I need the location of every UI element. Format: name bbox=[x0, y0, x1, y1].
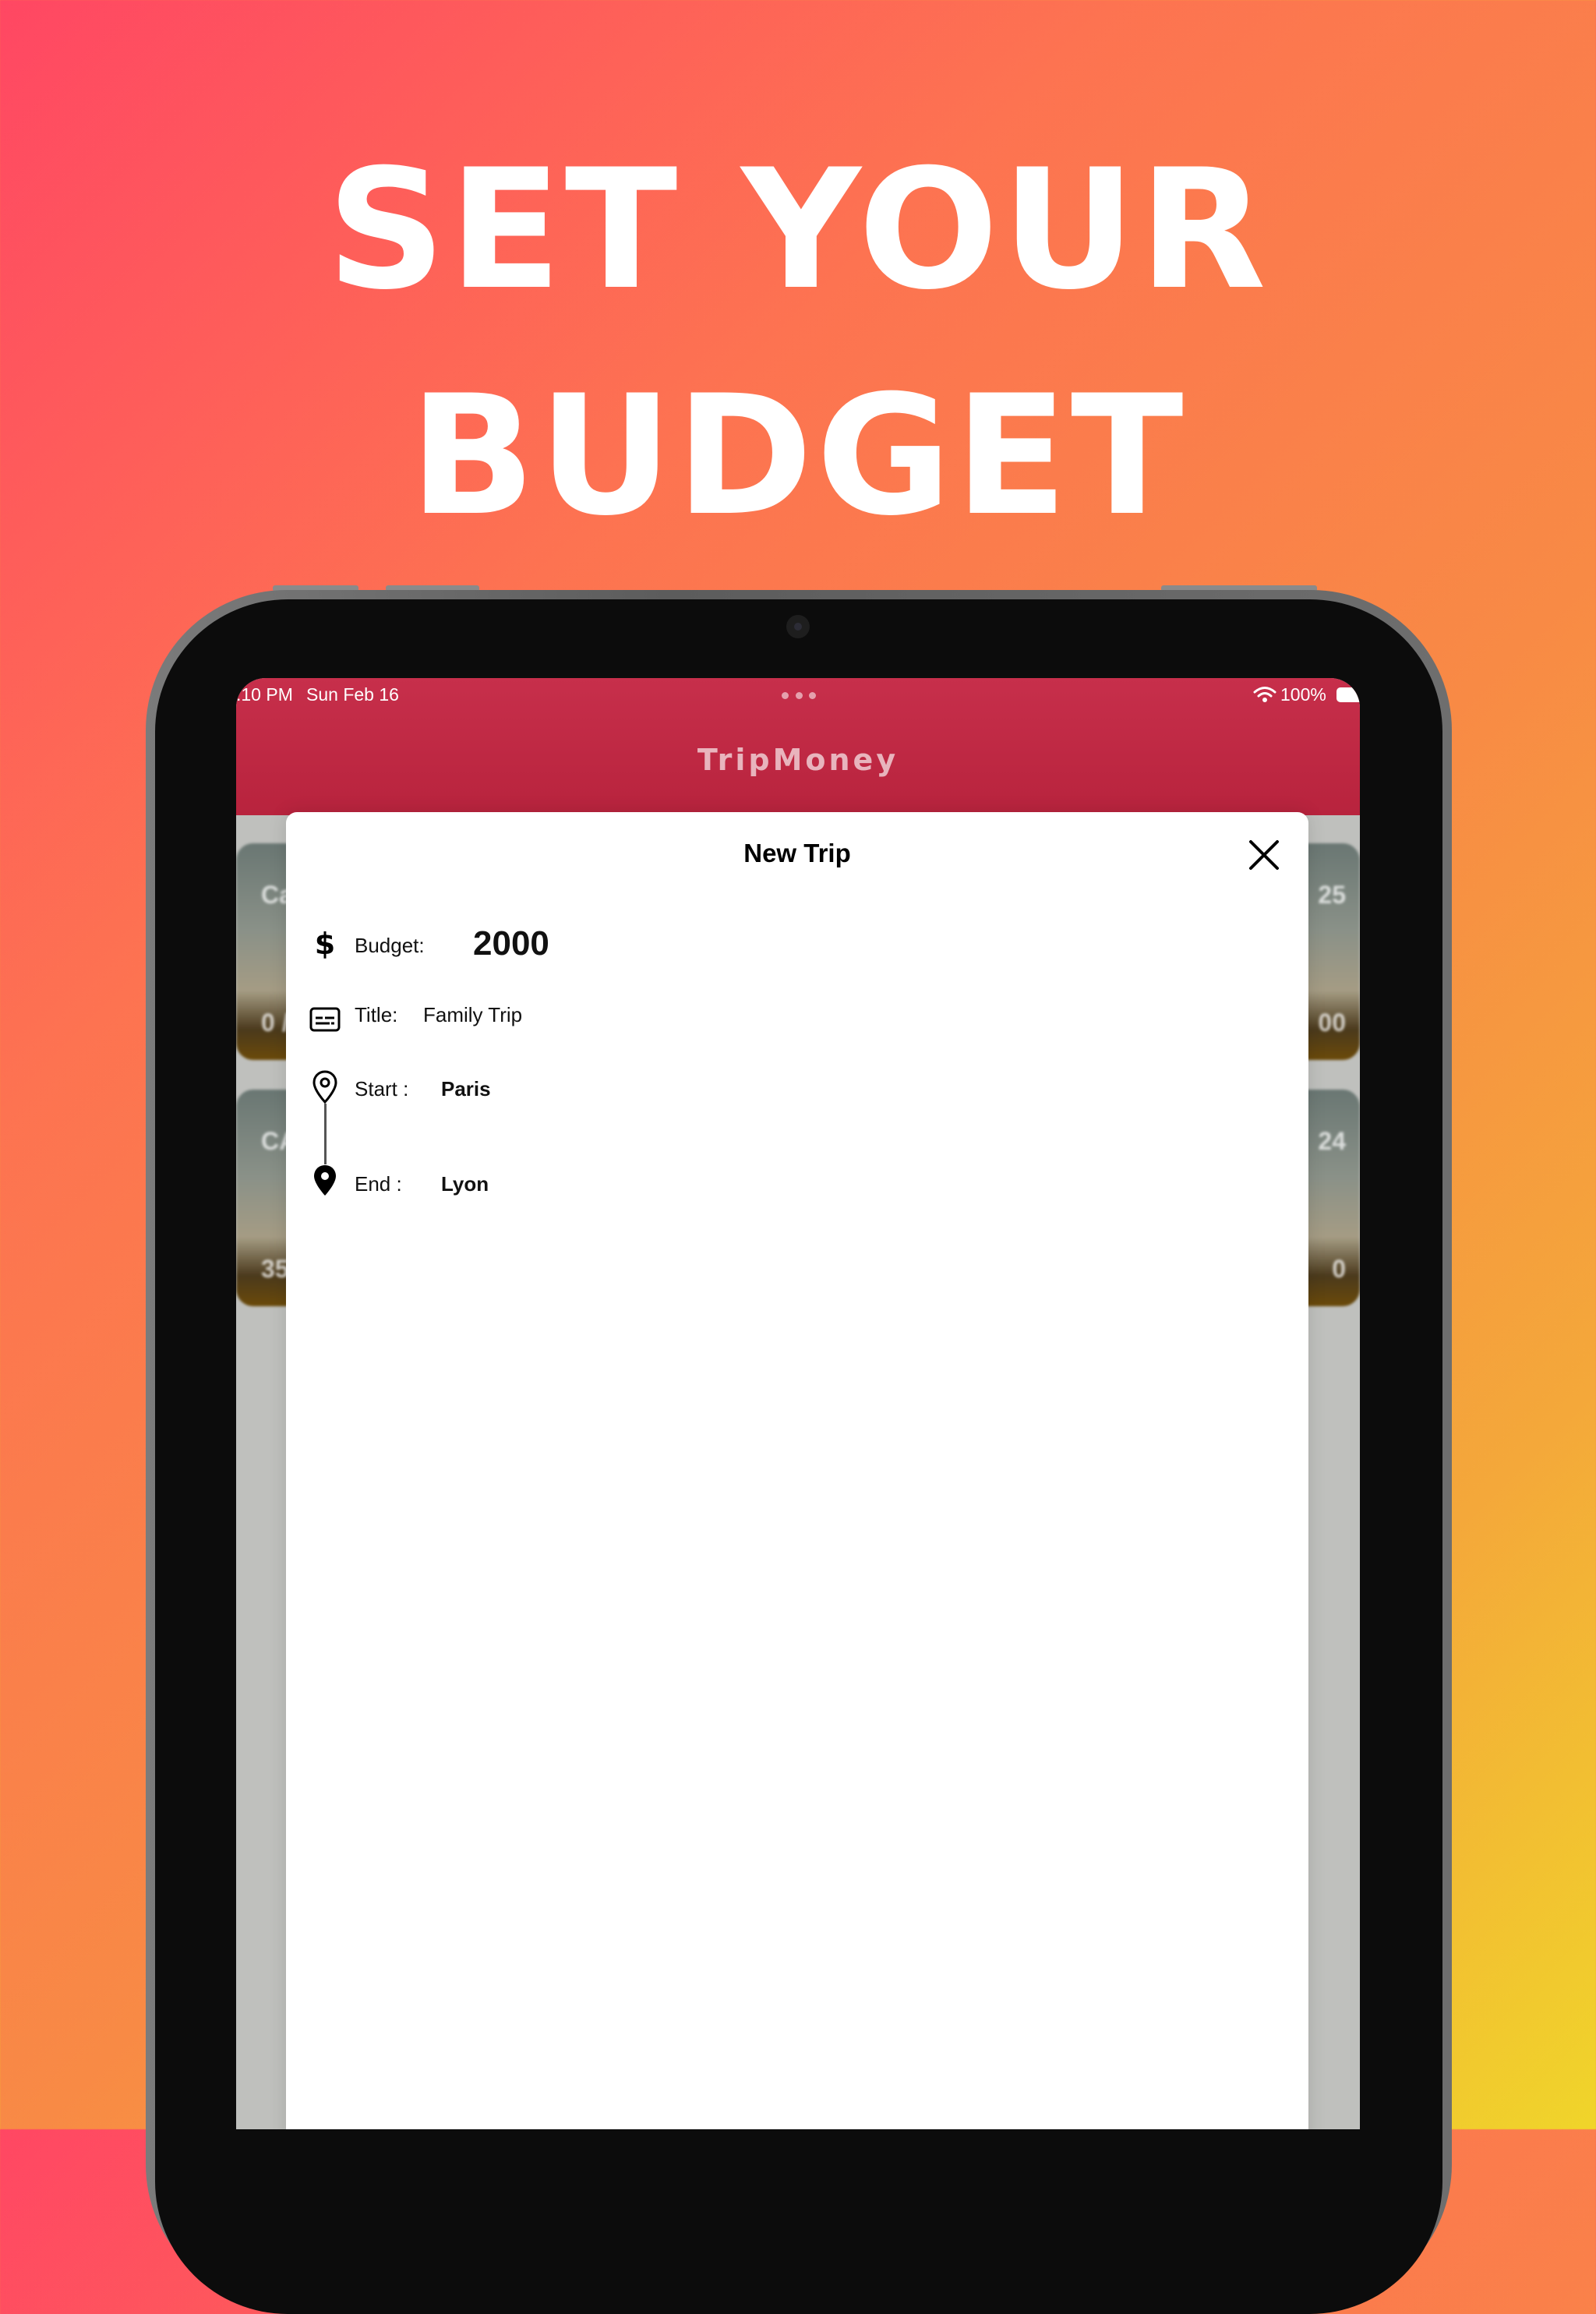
svg-text:$: $ bbox=[315, 927, 335, 961]
headline-line-2: BUDGET bbox=[409, 359, 1187, 552]
status-time: :10 PM bbox=[236, 684, 293, 705]
app-title: TripMoney bbox=[697, 743, 899, 777]
start-input[interactable]: Paris bbox=[441, 1077, 491, 1101]
budget-label: Budget: bbox=[355, 934, 425, 957]
status-date: Sun Feb 16 bbox=[306, 684, 399, 705]
trip-card-date: 25 bbox=[1318, 881, 1346, 909]
trip-card-budget: 0 bbox=[1332, 1255, 1346, 1283]
headline-line-1: SET YOUR bbox=[327, 133, 1269, 326]
front-camera bbox=[786, 615, 810, 638]
subtitles-icon bbox=[309, 1007, 341, 1032]
budget-input[interactable]: 2000 bbox=[473, 924, 549, 963]
close-icon[interactable] bbox=[1247, 838, 1281, 872]
dollar-icon: $ bbox=[315, 927, 335, 961]
trip-card-spent: 35 bbox=[261, 1255, 289, 1283]
wifi-icon bbox=[1253, 687, 1276, 702]
end-label: End : bbox=[355, 1172, 402, 1196]
status-bar: :10 PM Sun Feb 16 100% bbox=[236, 678, 1360, 712]
title-label: Title: bbox=[355, 1003, 398, 1026]
trip-card-date: 24 bbox=[1318, 1127, 1346, 1155]
new-trip-modal: New Trip $ Budget: 2000 Title: Family Tr… bbox=[286, 812, 1308, 2129]
route-connector-line bbox=[324, 1104, 327, 1164]
app-header: :10 PM Sun Feb 16 100% TripMoney bbox=[236, 678, 1360, 815]
title-input[interactable]: Family Trip bbox=[423, 1003, 522, 1027]
tablet-screen: Ca 25 0 / 00 CA 24 35 0 :10 PM Sun Feb 1… bbox=[236, 678, 1360, 2129]
battery-percent: 100% bbox=[1280, 684, 1326, 705]
map-pin-outline-icon bbox=[312, 1070, 337, 1104]
map-pin-filled-icon bbox=[314, 1165, 336, 1196]
marketing-headline: SET YOUR BUDGET bbox=[0, 117, 1596, 569]
end-input[interactable]: Lyon bbox=[441, 1172, 489, 1196]
battery-icon bbox=[1336, 687, 1360, 702]
trip-card-spent: 0 / bbox=[261, 1009, 289, 1037]
start-label: Start : bbox=[355, 1077, 409, 1100]
modal-title: New Trip bbox=[743, 839, 851, 867]
multitasking-dots[interactable] bbox=[782, 692, 816, 700]
trip-card-budget: 00 bbox=[1318, 1009, 1346, 1037]
